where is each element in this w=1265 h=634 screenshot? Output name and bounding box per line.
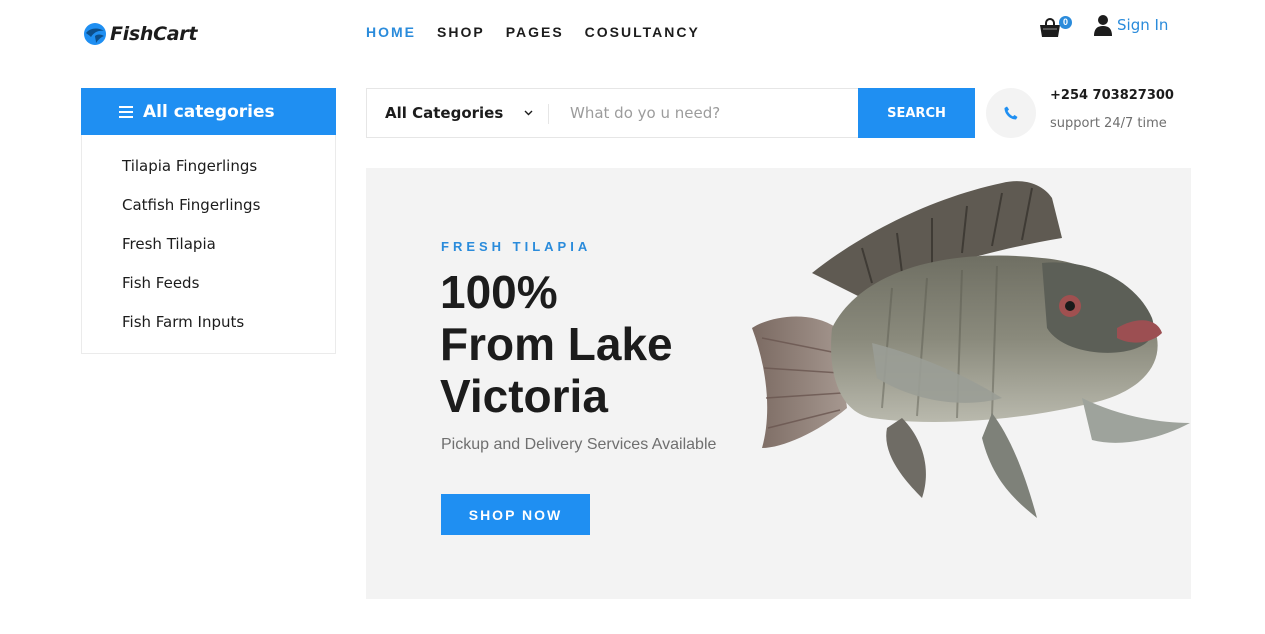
menu-icon [119, 105, 133, 118]
main-nav: HOME SHOP PAGES COSULTANCY [366, 24, 700, 40]
category-item[interactable]: Tilapia Fingerlings [82, 155, 335, 194]
category-item[interactable]: Fish Farm Inputs [82, 311, 335, 350]
user-icon [1094, 15, 1112, 36]
hero-headline-line: 100% [440, 266, 558, 318]
brand-name: FishCart [110, 23, 198, 45]
category-item[interactable]: Fish Feeds [82, 272, 335, 311]
search-divider [548, 104, 549, 124]
category-select-value: All Categories [385, 104, 504, 122]
nav-home[interactable]: HOME [366, 24, 416, 40]
hero-headline: 100% From Lake Victoria [440, 266, 760, 422]
search-button[interactable]: SEARCH [858, 88, 975, 138]
tilapia-fish-image [752, 181, 1190, 518]
support-hours: support 24/7 time [1050, 116, 1167, 131]
search-input[interactable] [550, 89, 860, 137]
category-select[interactable]: All Categories [367, 89, 550, 137]
hero-banner: FRESH TILAPIA 100% From Lake Victoria Pi… [366, 168, 1191, 599]
hero-subtitle: Pickup and Delivery Services Available [441, 436, 717, 453]
sign-in-label: Sign In [1117, 16, 1169, 34]
all-categories-label: All categories [143, 101, 275, 122]
category-item[interactable]: Fresh Tilapia [82, 233, 335, 272]
sign-in-link[interactable]: Sign In [1094, 14, 1168, 36]
all-categories-toggle[interactable]: All categories [81, 88, 336, 135]
category-item[interactable]: Catfish Fingerlings [82, 194, 335, 233]
brand-logo[interactable]: FishCart [83, 22, 197, 46]
nav-consultancy[interactable]: COSULTANCY [585, 24, 700, 40]
nav-shop[interactable]: SHOP [437, 24, 485, 40]
shop-now-button[interactable]: SHOP NOW [441, 494, 590, 535]
search-bar: All Categories SEARCH [366, 88, 975, 138]
logo-icon [84, 23, 106, 45]
cart-button[interactable]: 0 [1039, 14, 1073, 40]
phone-icon [1004, 106, 1018, 120]
shopping-bag-icon [1040, 18, 1060, 37]
hero-headline-line: Victoria [440, 370, 608, 422]
chevron-down-icon [524, 110, 533, 116]
phone-number: +254 703827300 [1050, 88, 1174, 103]
category-list: Tilapia Fingerlings Catfish Fingerlings … [81, 135, 336, 354]
phone-button[interactable] [986, 88, 1036, 138]
cart-count-badge: 0 [1059, 16, 1072, 29]
hero-eyebrow: FRESH TILAPIA [441, 239, 592, 254]
nav-pages[interactable]: PAGES [506, 24, 564, 40]
hero-headline-line: From Lake [440, 318, 673, 370]
